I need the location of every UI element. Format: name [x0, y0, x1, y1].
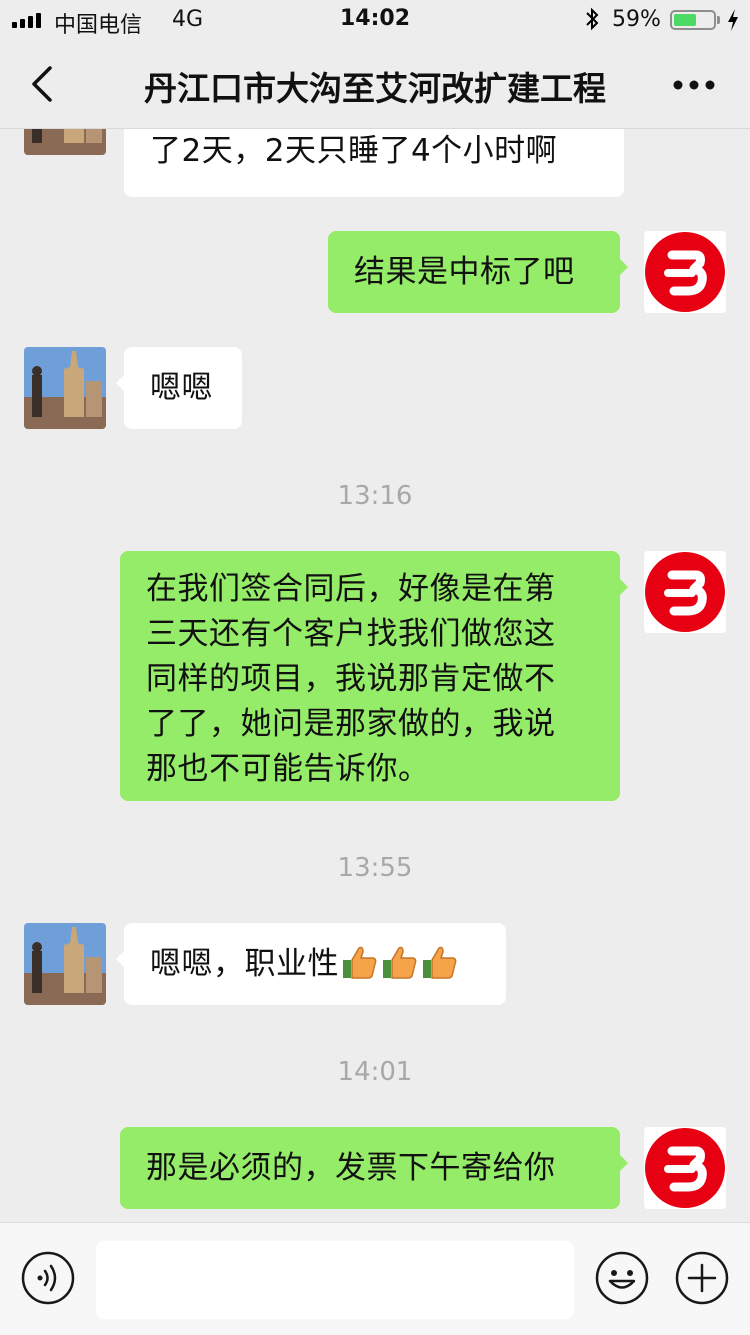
voice-icon[interactable]: [20, 1250, 76, 1306]
message-input[interactable]: [96, 1241, 574, 1319]
message-timestamp: 14:01: [337, 1057, 413, 1087]
message-text-line: 三天还有个客户找我们做您这: [146, 616, 556, 652]
logo-avatar-icon: [645, 1128, 725, 1208]
input-bar: [0, 1222, 750, 1335]
logo-avatar-icon: [645, 232, 725, 312]
battery-tip: [717, 16, 720, 24]
my-avatar[interactable]: [644, 1127, 726, 1209]
message-text-line: 在我们签合同后，好像是在第: [146, 571, 556, 607]
charging-bolt-icon: [728, 9, 738, 31]
emoji-icon[interactable]: [594, 1250, 650, 1306]
thumbs-up-icon: [423, 946, 457, 979]
battery-level-fill: [674, 14, 696, 26]
contact-avatar[interactable]: [24, 129, 106, 155]
thumbs-up-icon: [343, 946, 377, 979]
my-avatar[interactable]: [644, 551, 726, 633]
avatar-photo: [24, 923, 106, 1005]
bluetooth-icon: [586, 7, 599, 31]
message-text-line: 同样的项目，我说那肯定做不: [146, 661, 556, 697]
battery-percent: 59%: [612, 7, 661, 32]
message-text: 嗯嗯，职业性: [150, 946, 339, 982]
logo-avatar-icon: [645, 552, 725, 632]
message-text: 结果是中标了吧: [354, 254, 575, 290]
contact-avatar[interactable]: [24, 347, 106, 429]
message-list[interactable]: 了2天，2天只睡了4个小时啊 结果是中标了吧 嗯嗯 13:16 在我们签合同后，…: [0, 129, 750, 1222]
status-bar: 中国电信 4G 14:02 59%: [0, 0, 750, 40]
message-bubble[interactable]: 嗯嗯，职业性: [116, 923, 506, 1005]
message-text: 了2天，2天只睡了4个小时啊: [150, 133, 558, 169]
back-button[interactable]: [22, 62, 66, 106]
plus-icon[interactable]: [674, 1250, 730, 1306]
contact-avatar[interactable]: [24, 923, 106, 1005]
chat-title: 丹江口市大沟至艾河改扩建工程: [144, 69, 606, 108]
message-bubble[interactable]: 结果是中标了吧: [328, 231, 628, 313]
message-text: 那是必须的，发票下午寄给你: [146, 1150, 556, 1186]
battery-icon: [670, 10, 716, 30]
message-text-line: 了了，她问是那家做的，我说: [146, 706, 556, 742]
more-dots-icon[interactable]: [664, 70, 724, 100]
message-text: 嗯嗯: [150, 370, 213, 406]
chat-header: 丹江口市大沟至艾河改扩建工程: [0, 40, 750, 129]
my-avatar[interactable]: [644, 231, 726, 313]
message-bubble[interactable]: 嗯嗯: [116, 347, 242, 429]
message-bubble[interactable]: 那是必须的，发票下午寄给你: [120, 1127, 628, 1209]
message-bubble[interactable]: 在我们签合同后，好像是在第 三天还有个客户找我们做您这 同样的项目，我说那肯定做…: [120, 551, 628, 801]
avatar-photo: [24, 129, 106, 155]
message-text-line: 那也不可能告诉你。: [146, 751, 430, 787]
message-bubble[interactable]: 了2天，2天只睡了4个小时啊: [124, 129, 624, 197]
avatar-photo: [24, 347, 106, 429]
message-timestamp: 13:55: [337, 853, 413, 883]
thumbs-up-icon: [383, 946, 417, 979]
message-timestamp: 13:16: [337, 481, 413, 511]
